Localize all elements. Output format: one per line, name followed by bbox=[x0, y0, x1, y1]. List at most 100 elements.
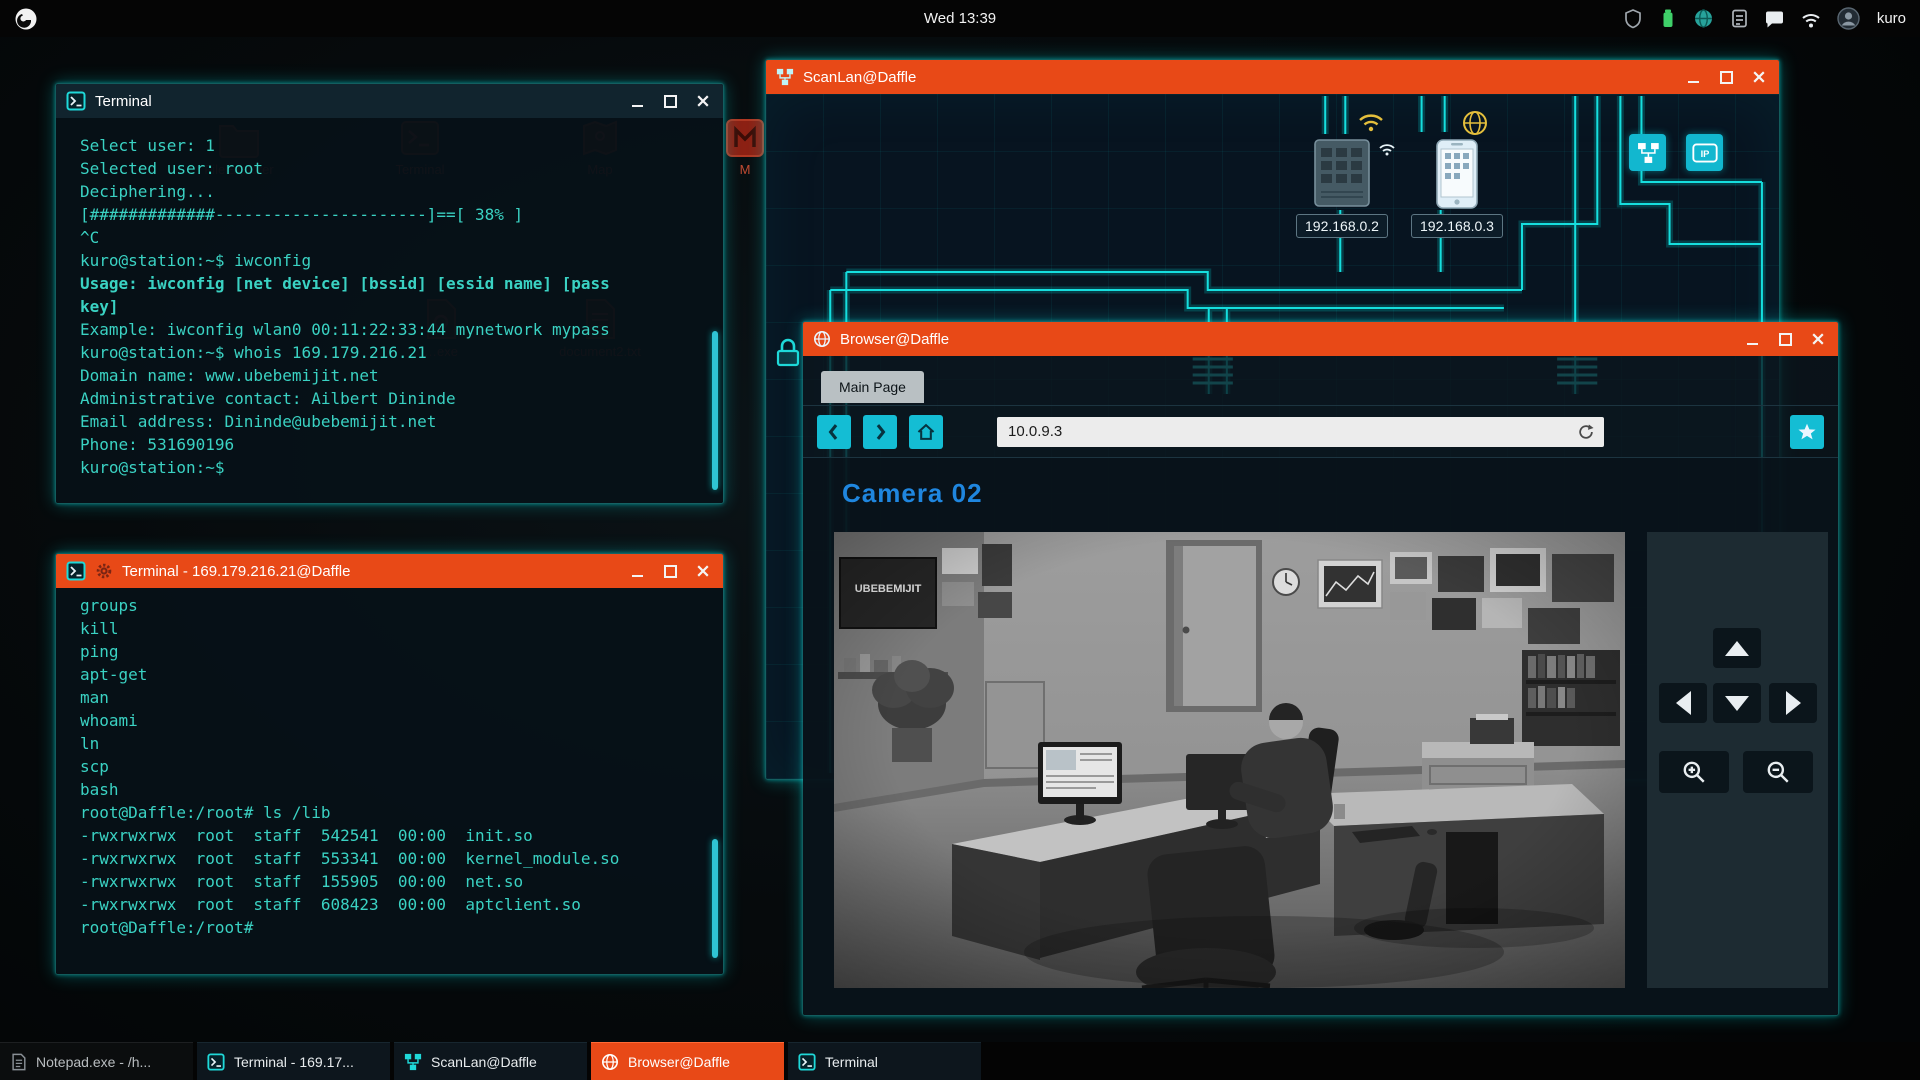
lan-view-button[interactable] bbox=[1629, 134, 1666, 171]
network-device-phone[interactable]: 192.168.0.3 bbox=[1411, 138, 1503, 238]
close-icon bbox=[1753, 71, 1765, 83]
terminal-text: Example: iwconfig wlan0 00:11:22:33:44 m… bbox=[80, 318, 699, 479]
star-icon bbox=[1796, 421, 1818, 443]
terminal-text: Select user: 1 Selected user: root Decip… bbox=[80, 134, 699, 272]
page-heading: Camera 02 bbox=[842, 478, 1838, 508]
close-icon bbox=[697, 565, 709, 577]
terminal-icon bbox=[207, 1053, 225, 1071]
os-logo-icon[interactable] bbox=[14, 7, 38, 31]
minimize-button[interactable] bbox=[1683, 67, 1703, 87]
browser-titlebar[interactable]: Browser@Daffle bbox=[803, 322, 1838, 356]
window-title: ScanLan@Daffle bbox=[803, 69, 1674, 86]
ip-view-button[interactable]: IP bbox=[1686, 134, 1723, 171]
maximize-button[interactable] bbox=[1716, 67, 1736, 87]
up-arrow-icon bbox=[1725, 641, 1749, 656]
camera-feed-image: UBEBEMIJIT bbox=[834, 532, 1625, 988]
refresh-icon[interactable] bbox=[1577, 423, 1595, 441]
smartphone-icon bbox=[1433, 138, 1481, 210]
zoom-in-button[interactable] bbox=[1659, 751, 1729, 793]
zoom-in-icon bbox=[1681, 759, 1707, 785]
system-top-bar: Wed 13:39 bbox=[0, 0, 1920, 37]
camera-controls-panel bbox=[1647, 532, 1828, 988]
maximize-button[interactable] bbox=[660, 561, 680, 581]
terminal-app-icon bbox=[66, 561, 86, 581]
scanlan-app-icon bbox=[776, 68, 794, 86]
taskbar-item-terminal[interactable]: Terminal bbox=[788, 1042, 981, 1080]
username-label: kuro bbox=[1877, 10, 1906, 27]
taskbar-item-notepad[interactable]: Notepad.exe - /h... bbox=[0, 1042, 193, 1080]
battery-icon[interactable] bbox=[1658, 8, 1678, 29]
minimize-button[interactable] bbox=[627, 91, 647, 111]
wifi-icon bbox=[1356, 106, 1386, 132]
bookmark-button[interactable] bbox=[1790, 415, 1824, 449]
ip-tag-icon: IP bbox=[1691, 140, 1719, 166]
window-title: Terminal - 169.179.216.21@Daffle bbox=[122, 563, 618, 580]
user-avatar[interactable] bbox=[1837, 7, 1860, 30]
pan-right-button[interactable] bbox=[1769, 683, 1817, 723]
browser-page: Camera 02 bbox=[803, 458, 1838, 1015]
shield-icon[interactable] bbox=[1623, 8, 1643, 29]
clock: Wed 13:39 bbox=[924, 10, 996, 27]
tasks-icon[interactable] bbox=[1729, 8, 1749, 29]
terminal-output[interactable]: Select user: 1 Selected user: root Decip… bbox=[56, 118, 723, 503]
taskbar-item-remote-terminal[interactable]: Terminal - 169.17... bbox=[197, 1042, 390, 1080]
taskbar-item-browser[interactable]: Browser@Daffle bbox=[591, 1042, 784, 1080]
pan-up-button[interactable] bbox=[1713, 628, 1761, 668]
browser-globe-icon bbox=[601, 1053, 619, 1071]
address-bar[interactable] bbox=[997, 417, 1604, 447]
terminal-usage-text: Usage: iwconfig [net device] [bssid] [es… bbox=[80, 272, 619, 318]
network-nodes-icon bbox=[1635, 140, 1661, 166]
globe-icon bbox=[1460, 108, 1490, 138]
browser-window: Browser@Daffle Main Page bbox=[802, 321, 1839, 1016]
network-device-computer[interactable]: 192.168.0.2 bbox=[1296, 138, 1388, 238]
close-icon bbox=[1812, 333, 1824, 345]
wifi-icon[interactable] bbox=[1800, 9, 1822, 29]
terminal-app-icon bbox=[66, 91, 86, 111]
chat-icon[interactable] bbox=[1764, 8, 1785, 29]
back-arrow-icon bbox=[823, 421, 845, 443]
scanlan-titlebar[interactable]: ScanLan@Daffle bbox=[766, 60, 1779, 94]
terminal-window: Terminal Select user: 1 Selected user: r… bbox=[55, 83, 724, 504]
window-title: Browser@Daffle bbox=[840, 331, 1733, 348]
right-arrow-icon bbox=[1786, 691, 1801, 715]
home-button[interactable] bbox=[909, 415, 943, 449]
desktop: FileExplorer Terminal Map M …exe bbox=[0, 0, 1920, 1080]
minimize-button[interactable] bbox=[1742, 329, 1762, 349]
close-button[interactable] bbox=[693, 561, 713, 581]
zoom-out-icon bbox=[1765, 759, 1791, 785]
browser-globe-icon bbox=[813, 330, 831, 348]
pan-left-button[interactable] bbox=[1659, 683, 1707, 723]
zoom-out-button[interactable] bbox=[1743, 751, 1813, 793]
close-button[interactable] bbox=[1749, 67, 1769, 87]
terminal-icon bbox=[798, 1053, 816, 1071]
pan-down-button[interactable] bbox=[1713, 683, 1761, 723]
network-globe-icon[interactable] bbox=[1693, 8, 1714, 29]
gear-icon bbox=[95, 562, 113, 580]
svg-text:IP: IP bbox=[1700, 148, 1709, 158]
taskbar: Notepad.exe - /h... Terminal - 169.17...… bbox=[0, 1042, 1920, 1080]
scrollbar-thumb[interactable] bbox=[712, 331, 718, 490]
forward-arrow-icon bbox=[869, 421, 891, 443]
browser-tab-main-page[interactable]: Main Page bbox=[821, 371, 924, 403]
lock-icon[interactable] bbox=[774, 336, 802, 368]
remote-terminal-titlebar[interactable]: Terminal - 169.179.216.21@Daffle bbox=[56, 554, 723, 588]
back-button[interactable] bbox=[817, 415, 851, 449]
ip-label: 192.168.0.3 bbox=[1411, 214, 1503, 238]
close-button[interactable] bbox=[693, 91, 713, 111]
forward-button[interactable] bbox=[863, 415, 897, 449]
ip-label: 192.168.0.2 bbox=[1296, 214, 1388, 238]
window-title: Terminal bbox=[95, 93, 618, 110]
close-button[interactable] bbox=[1808, 329, 1828, 349]
terminal-titlebar[interactable]: Terminal bbox=[56, 84, 723, 118]
minimize-button[interactable] bbox=[627, 561, 647, 581]
down-arrow-icon bbox=[1725, 696, 1749, 711]
scrollbar-thumb[interactable] bbox=[712, 839, 718, 958]
app-icon bbox=[723, 118, 767, 158]
terminal-output[interactable]: groups kill ping apt-get man whoami ln s… bbox=[56, 588, 723, 974]
home-icon bbox=[915, 421, 937, 443]
url-input[interactable] bbox=[1006, 422, 1577, 441]
taskbar-item-scanlan[interactable]: ScanLan@Daffle bbox=[394, 1042, 587, 1080]
maximize-button[interactable] bbox=[1775, 329, 1795, 349]
close-icon bbox=[697, 95, 709, 107]
maximize-button[interactable] bbox=[660, 91, 680, 111]
